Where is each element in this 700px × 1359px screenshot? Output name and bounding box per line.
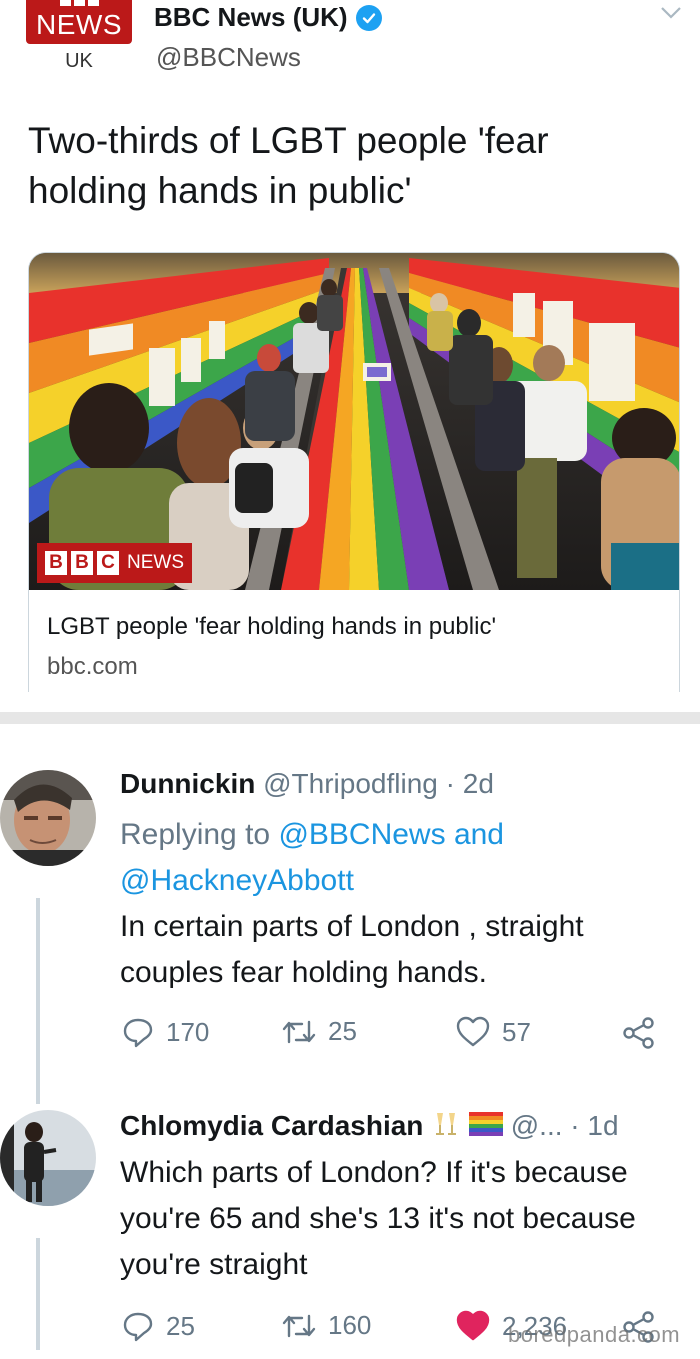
reply-header: Chlomydia Cardashian @... · 1d xyxy=(120,1110,619,1144)
replying-and: and xyxy=(453,818,504,851)
reply-text-line-2: you're 65 and she's 13 it's not because xyxy=(120,1202,636,1235)
thread-line xyxy=(36,898,40,1104)
mention-bbcnews[interactable]: @BBCNews xyxy=(278,818,445,851)
reply-icon xyxy=(123,1312,153,1342)
retweet-icon xyxy=(282,1314,316,1337)
avatar[interactable] xyxy=(0,770,96,866)
reply-actions: 170 25 57 xyxy=(120,1016,680,1056)
reply-timestamp[interactable]: · 1d xyxy=(570,1110,618,1141)
chevron-down-icon[interactable] xyxy=(660,6,682,25)
link-preview-card[interactable]: B B C NEWS LGBT people 'fear holding han… xyxy=(28,252,680,692)
bbc-blocks-icon xyxy=(26,0,132,8)
reply-text-line-3: you're straight xyxy=(120,1248,308,1281)
like-button[interactable]: 57 xyxy=(456,1016,531,1048)
link-card-domain: bbc.com xyxy=(47,653,138,680)
avatar[interactable] xyxy=(0,1110,96,1206)
reply-author-name[interactable]: Chlomydia Cardashian xyxy=(120,1110,423,1141)
headline-line-1: Two-thirds of LGBT people 'fear xyxy=(28,120,549,161)
share-button[interactable] xyxy=(622,1016,656,1050)
share-icon xyxy=(623,1017,654,1049)
link-card-title[interactable]: LGBT people 'fear holding hands in publi… xyxy=(47,613,496,641)
reply-timestamp[interactable]: · 2d xyxy=(446,768,494,799)
tweet-headline: Two-thirds of LGBT people 'fear holding … xyxy=(28,116,668,216)
bbc-news-image-badge: B B C NEWS xyxy=(37,543,192,583)
reply-count: 170 xyxy=(166,1016,210,1047)
headline-line-2: holding hands in public' xyxy=(28,170,412,211)
badge-letter-b2: B xyxy=(71,551,93,575)
reply-icon xyxy=(123,1018,153,1048)
rainbow-flag-emoji-icon xyxy=(468,1111,503,1144)
retweet-button[interactable]: 25 xyxy=(282,1016,357,1047)
reply-author-name[interactable]: Dunnickin xyxy=(120,768,255,799)
verified-badge-icon xyxy=(355,4,382,31)
heart-icon xyxy=(456,1016,490,1047)
reply-text-line-2: couples fear holding hands. xyxy=(120,956,487,989)
badge-letter-b1: B xyxy=(45,551,67,575)
reply-count: 25 xyxy=(166,1310,195,1341)
tweet-author-handle[interactable]: @BBCNews xyxy=(156,42,301,73)
retweet-count: 160 xyxy=(328,1310,372,1340)
tweet-author-name[interactable]: BBC News (UK) xyxy=(154,2,382,33)
reply-text-line-1: In certain parts of London , straight xyxy=(120,910,584,943)
bbc-tweet-card: NEWS UK BBC News (UK) @BBCNews Two-third… xyxy=(0,0,700,712)
thread-line xyxy=(36,1238,40,1350)
reply-button[interactable]: 25 xyxy=(122,1310,195,1342)
author-name-text: BBC News (UK) xyxy=(154,2,348,32)
reply-author-handle[interactable]: @Thripodfling xyxy=(263,768,438,799)
mention-hackneyabbott[interactable]: @HackneyAbbott xyxy=(120,858,354,904)
reply-author-handle[interactable]: @... xyxy=(511,1110,563,1141)
retweet-icon xyxy=(282,1020,316,1043)
retweet-button[interactable]: 160 xyxy=(282,1310,371,1341)
retweet-count: 25 xyxy=(328,1016,357,1046)
badge-letter-c: C xyxy=(97,551,119,575)
escalator-photo: B B C NEWS xyxy=(29,253,679,590)
reply-button[interactable]: 170 xyxy=(122,1016,209,1048)
heart-icon xyxy=(456,1310,490,1341)
replying-to-line: Replying to @BBCNews and xyxy=(120,812,504,858)
like-count: 57 xyxy=(502,1016,531,1047)
logo-uk-text: UK xyxy=(65,50,93,72)
reply-header: Dunnickin @Thripodfling · 2d xyxy=(120,768,494,800)
badge-news-text: NEWS xyxy=(127,552,184,573)
reply-text-line-1: Which parts of London? If it's because xyxy=(120,1156,628,1189)
watermark: boredpanda.com xyxy=(508,1322,681,1347)
section-divider xyxy=(0,712,700,724)
champagne-emoji-icon xyxy=(431,1111,461,1144)
logo-news-text: NEWS xyxy=(36,9,122,40)
bbc-news-logo[interactable]: NEWS xyxy=(26,0,132,44)
replying-prefix: Replying to xyxy=(120,818,271,851)
